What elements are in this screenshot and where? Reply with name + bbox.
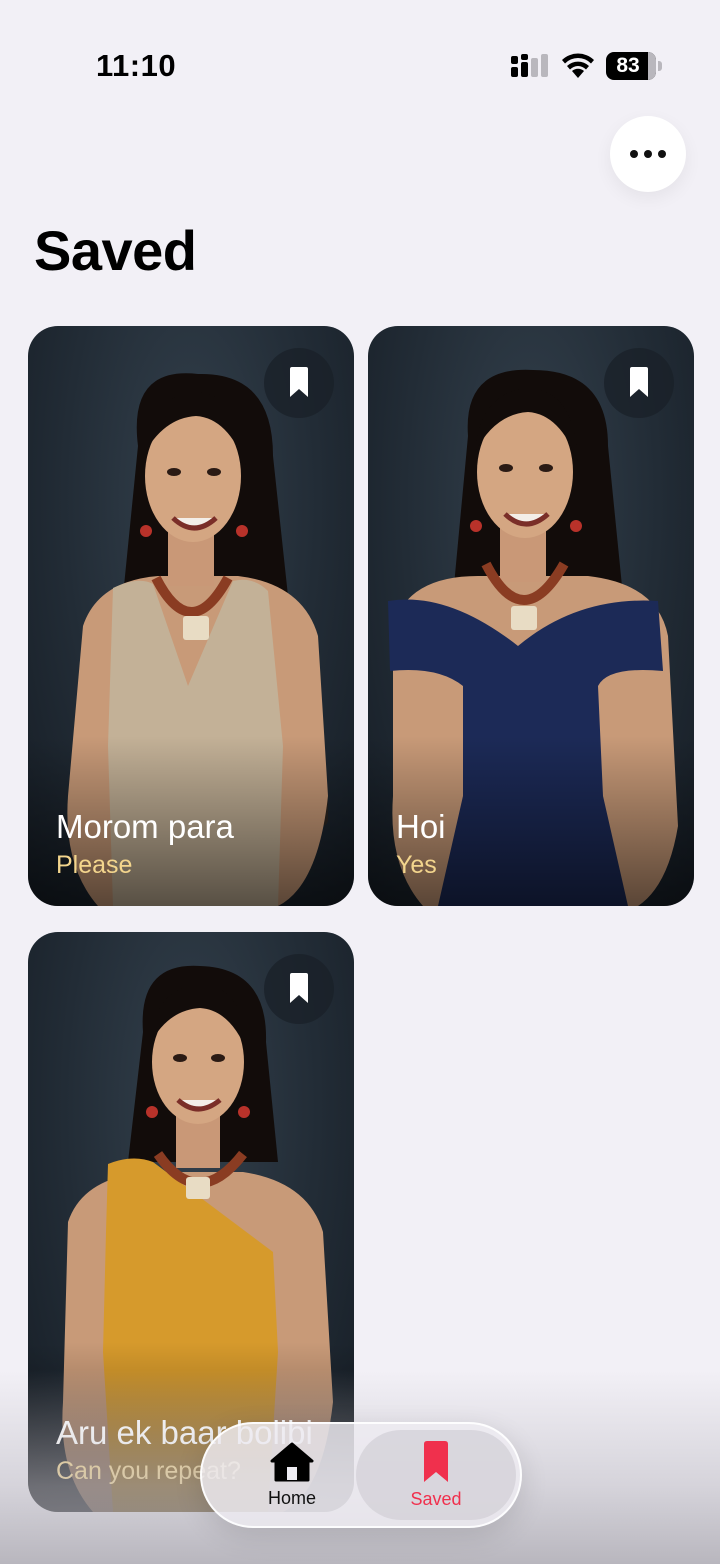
tab-saved-label: Saved [410,1488,462,1509]
tab-home-label: Home [267,1487,316,1508]
bookmark-button[interactable] [264,954,334,1024]
bookmark-fill-icon [424,1440,448,1482]
more-options-button[interactable] [610,116,686,192]
more-icon-dot [630,150,638,158]
bookmark-button[interactable] [604,348,674,418]
card-subtitle: Please [56,851,133,879]
tab-bar: Home Saved [200,1422,522,1528]
status-bar: 11:10 83 [0,0,720,110]
home-icon [270,1442,314,1481]
tab-saved[interactable]: Saved [356,1430,516,1520]
battery-level: 83 [616,54,640,77]
cellular-signal-icon [511,54,548,77]
bookmark-icon [630,367,648,397]
more-icon-dot [658,150,666,158]
bookmark-button[interactable] [264,348,334,418]
bookmark-icon [290,367,308,397]
card-subtitle: Yes [396,851,437,879]
card-title: Hoi [396,808,446,845]
saved-card[interactable]: Hoi Yes [368,326,694,906]
battery-icon: 83 [606,52,662,80]
card-title: Morom para [56,808,234,845]
bookmark-icon [290,973,308,1003]
tab-home[interactable]: Home [212,1430,372,1520]
saved-card[interactable]: Morom para Please [28,326,354,906]
wifi-icon [562,53,594,78]
page-title: Saved [34,219,197,282]
more-icon-dot [644,150,652,158]
status-time: 11:10 [96,48,177,83]
